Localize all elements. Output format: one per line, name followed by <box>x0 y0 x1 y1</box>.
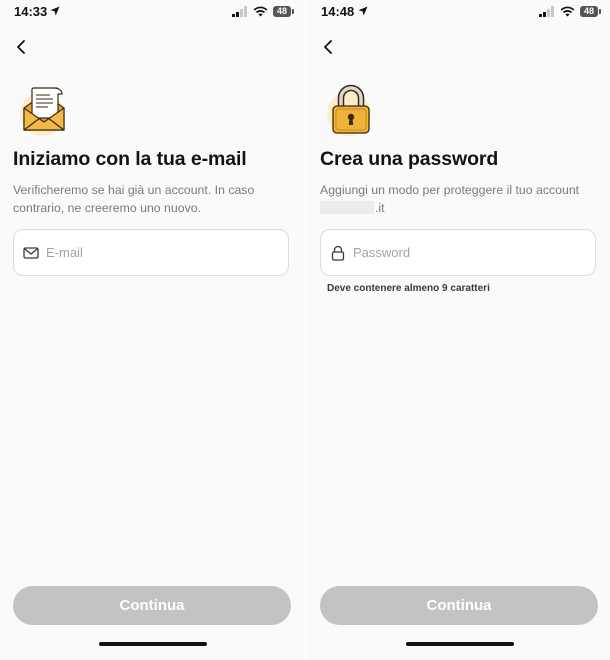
continue-button[interactable]: Continua <box>13 586 291 625</box>
email-domain-suffix: .it <box>375 200 385 215</box>
battery-icon: 48 <box>580 6 601 17</box>
redacted-email-block <box>320 200 374 214</box>
back-button[interactable] <box>12 36 32 58</box>
continue-button[interactable]: Continua <box>320 586 598 625</box>
status-indicators: 48 <box>539 6 601 17</box>
status-time: 14:48 <box>321 4 355 19</box>
email-screen: 14:33 48 Iniziamo con la tua e-mail Veri… <box>0 0 305 660</box>
subtitle-text: Aggiungi un modo per proteggere il tuo a… <box>320 183 580 197</box>
page-subtitle: Aggiungi un modo per proteggere il tuo a… <box>320 182 595 217</box>
status-time: 14:33 <box>14 4 48 19</box>
battery-icon: 48 <box>273 6 294 17</box>
home-indicator <box>406 642 514 646</box>
envelope-letter-icon <box>20 87 65 136</box>
back-button[interactable] <box>319 36 339 58</box>
page-title: Crea una password <box>320 148 499 170</box>
mail-icon <box>23 246 39 259</box>
email-field-container[interactable] <box>13 229 289 276</box>
chevron-left-icon <box>324 40 332 54</box>
password-input[interactable] <box>353 245 563 260</box>
page-subtitle: Verificheremo se hai già un account. In … <box>13 183 255 215</box>
signal-icon <box>232 6 247 17</box>
wifi-icon <box>253 6 268 17</box>
email-input[interactable] <box>46 245 256 260</box>
password-field-container[interactable] <box>320 229 596 276</box>
chevron-left-icon <box>17 40 25 54</box>
home-indicator <box>99 642 207 646</box>
padlock-icon <box>327 84 371 136</box>
location-arrow-icon <box>358 6 368 16</box>
status-bar: 14:33 48 <box>0 0 305 24</box>
signal-icon <box>539 6 554 17</box>
lock-icon <box>331 245 345 261</box>
status-bar: 14:48 48 <box>307 0 610 24</box>
password-screen: 14:48 48 Crea una password Aggiungi un m… <box>307 0 610 660</box>
page-title: Iniziamo con la tua e-mail <box>13 148 247 170</box>
location-arrow-icon <box>50 6 60 16</box>
masked-email: .it <box>320 200 595 218</box>
password-hint: Deve contenere almeno 9 caratteri <box>327 283 490 294</box>
status-indicators: 48 <box>232 6 294 17</box>
wifi-icon <box>560 6 575 17</box>
